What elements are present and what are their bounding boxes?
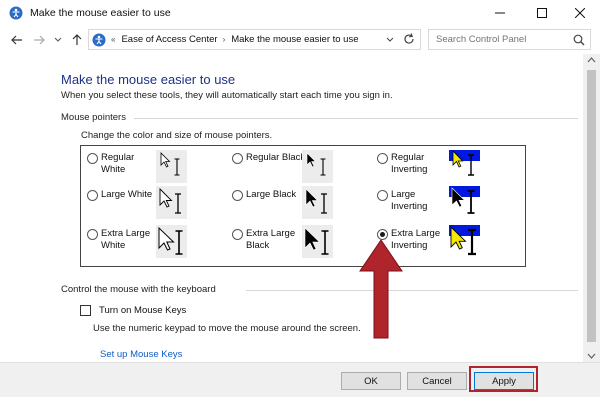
maximize-button[interactable] xyxy=(522,0,562,26)
breadcrumb-separator[interactable]: › xyxy=(223,35,226,44)
page-title: Make the mouse easier to use xyxy=(61,72,236,87)
scrollbar-thumb[interactable] xyxy=(587,70,596,342)
arrow-left-icon xyxy=(11,35,22,45)
arrow-right-icon xyxy=(34,35,45,45)
breadcrumb-current-page[interactable]: Make the mouse easier to use xyxy=(231,34,358,45)
forward-button[interactable] xyxy=(30,31,48,49)
section-description: Change the color and size of mouse point… xyxy=(81,130,273,141)
option-label: Large Inverting xyxy=(391,189,428,212)
ease-of-access-icon xyxy=(9,6,23,20)
cancel-button[interactable]: Cancel xyxy=(407,372,467,390)
breadcrumb-ease-of-access-center[interactable]: Ease of Access Center xyxy=(121,34,217,45)
navigation-bar: « Ease of Access Center › Make the mouse… xyxy=(0,26,600,54)
black-pointer-preview-icon xyxy=(302,150,333,183)
option-label: Extra Large White xyxy=(101,228,151,251)
inverting-pointer-preview-icon xyxy=(449,186,480,219)
recent-locations-button[interactable] xyxy=(49,31,67,49)
chevron-down-icon xyxy=(54,37,62,42)
radio-button[interactable] xyxy=(87,229,98,240)
radio-button[interactable] xyxy=(232,190,243,201)
option-label: Regular White xyxy=(101,152,135,175)
up-button[interactable] xyxy=(68,31,86,49)
search-input[interactable] xyxy=(436,34,576,45)
address-bar[interactable]: « Ease of Access Center › Make the mouse… xyxy=(88,29,421,50)
pointer-option-regular-inverting[interactable]: Regular Inverting xyxy=(377,152,451,176)
apply-highlight-box xyxy=(469,366,538,392)
window: Make the mouse easier to use « Ease of A… xyxy=(0,0,600,397)
pointer-option-large-inverting[interactable]: Large Inverting xyxy=(377,189,451,213)
option-label: Large Black xyxy=(246,189,297,200)
pointer-option-extra-large-white[interactable]: Extra Large White xyxy=(87,228,161,252)
pointer-option-extra-large-black[interactable]: Extra Large Black xyxy=(232,228,310,252)
setup-mouse-keys-link[interactable]: Set up Mouse Keys xyxy=(100,349,182,360)
section-divider xyxy=(134,118,578,119)
ease-of-access-icon xyxy=(92,33,106,46)
ok-button[interactable]: OK xyxy=(341,372,401,390)
black-pointer-preview-icon xyxy=(302,186,333,219)
search-icon[interactable] xyxy=(573,34,585,46)
pointer-option-large-white[interactable]: Large White xyxy=(87,189,161,201)
breadcrumb-overflow[interactable]: « xyxy=(111,35,115,44)
inverting-pointer-preview-icon xyxy=(449,225,480,258)
black-pointer-preview-icon xyxy=(302,225,333,258)
pointer-option-large-black[interactable]: Large Black xyxy=(232,189,310,201)
refresh-icon[interactable] xyxy=(402,32,416,46)
option-label: Large White xyxy=(101,189,153,200)
option-label: Regular Black xyxy=(246,152,306,163)
mouse-keys-checkbox[interactable] xyxy=(80,305,91,316)
mouse-keys-label[interactable]: Turn on Mouse Keys xyxy=(99,305,186,316)
pointer-option-regular-black[interactable]: Regular Black xyxy=(232,152,310,164)
section-heading-keyboard: Control the mouse with the keyboard xyxy=(61,284,216,295)
chevron-down-icon[interactable] xyxy=(386,37,394,43)
radio-button[interactable] xyxy=(232,153,243,164)
back-button[interactable] xyxy=(8,31,26,49)
page-description: When you select these tools, they will a… xyxy=(61,90,393,101)
mouse-keys-description: Use the numeric keypad to move the mouse… xyxy=(93,323,361,334)
radio-button[interactable] xyxy=(232,229,243,240)
annotation-arrow-icon xyxy=(359,239,403,339)
pointer-scheme-group: Regular White Regular Black Regular Inve… xyxy=(80,145,526,267)
vertical-scrollbar[interactable] xyxy=(583,54,600,362)
pointer-option-regular-white[interactable]: Regular White xyxy=(87,152,161,176)
inverting-pointer-preview-icon xyxy=(449,150,480,183)
close-button[interactable] xyxy=(560,0,600,26)
window-title: Make the mouse easier to use xyxy=(30,7,171,19)
radio-button[interactable] xyxy=(87,153,98,164)
minimize-button[interactable] xyxy=(480,0,520,26)
option-label: Extra Large Black xyxy=(246,228,296,251)
mouse-keys-checkbox-row[interactable]: Turn on Mouse Keys xyxy=(80,305,186,316)
title-bar: Make the mouse easier to use xyxy=(0,0,600,26)
section-divider xyxy=(246,290,578,291)
radio-button[interactable] xyxy=(377,153,388,164)
scroll-up-icon[interactable] xyxy=(587,57,596,63)
option-label: Regular Inverting xyxy=(391,152,428,175)
scroll-down-icon[interactable] xyxy=(587,353,596,359)
maximize-icon xyxy=(537,8,547,18)
close-icon xyxy=(575,8,585,18)
white-pointer-preview-icon xyxy=(156,150,187,183)
radio-button[interactable] xyxy=(377,190,388,201)
white-pointer-preview-icon xyxy=(156,225,187,258)
arrow-up-icon xyxy=(72,34,82,45)
radio-button[interactable] xyxy=(87,190,98,201)
search-box[interactable] xyxy=(428,29,591,50)
section-heading-mouse-pointers: Mouse pointers xyxy=(61,112,126,123)
minimize-icon xyxy=(495,12,505,14)
white-pointer-preview-icon xyxy=(156,186,187,219)
